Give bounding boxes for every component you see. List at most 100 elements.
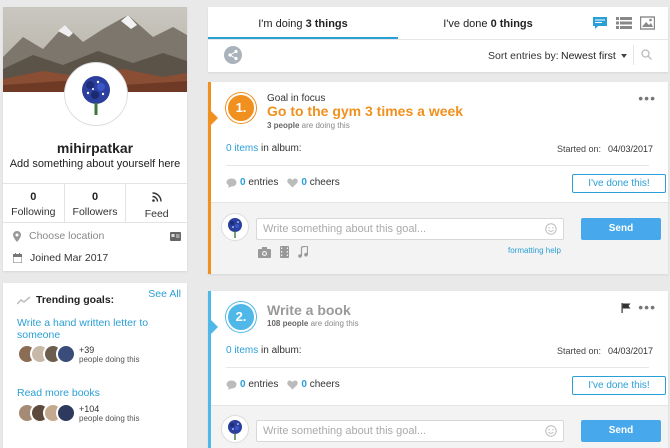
goal-card: 1. ••• Goal in focus Go to the gym 3 tim… <box>208 82 668 274</box>
stat-feed[interactable]: Feed <box>125 184 187 222</box>
trending-goal-avatars <box>17 403 76 423</box>
items-count: 0 items <box>226 345 259 356</box>
ive-done-this-button[interactable]: I've done this! <box>572 376 666 395</box>
profile-card: mihirpatkar Add something about yourself… <box>3 7 187 271</box>
sort-label: Sort entries by: <box>488 50 559 62</box>
followers-label: Followers <box>72 206 118 218</box>
album-items[interactable]: 0 items in album: <box>226 345 302 356</box>
smiley-icon[interactable] <box>545 223 557 235</box>
location-row[interactable]: Choose location <box>13 230 181 242</box>
started-label: Started on: <box>557 144 602 154</box>
comment-icon <box>226 178 237 188</box>
location-placeholder: Choose location <box>29 230 105 242</box>
items-suffix: in album: <box>258 143 302 154</box>
search-icon[interactable] <box>641 49 652 60</box>
music-icon[interactable] <box>298 246 308 258</box>
send-button[interactable]: Send <box>581 218 661 240</box>
goal-marker <box>210 319 218 335</box>
people-count: 3 people <box>267 121 300 130</box>
divider <box>226 165 649 166</box>
trending-heading: Trending goals: <box>17 294 114 306</box>
profile-bio[interactable]: Add something about yourself here <box>3 158 187 170</box>
count-value: +104 <box>79 404 100 414</box>
send-button[interactable]: Send <box>581 420 661 442</box>
stat-following[interactable]: 0 Following <box>3 184 64 222</box>
tab-done-prefix: I've done <box>443 18 491 30</box>
following-label: Following <box>11 206 56 218</box>
album-items[interactable]: 0 items in album: <box>226 143 302 154</box>
media-toolbar <box>258 246 308 258</box>
trending-goal-count: +39 people doing this <box>79 345 140 365</box>
trending-goal-count: +104 people doing this <box>79 404 140 424</box>
people-count: 108 people <box>267 319 309 328</box>
started-label: Started on: <box>557 346 602 356</box>
goal-title[interactable]: Write a book <box>267 302 351 318</box>
goal-people: 3 people are doing this <box>267 121 350 130</box>
location-pin-icon <box>13 230 21 242</box>
video-icon[interactable] <box>280 246 289 258</box>
sort-dropdown[interactable]: Newest first <box>561 50 616 62</box>
gallery-view-icon[interactable] <box>640 16 655 30</box>
smiley-icon[interactable] <box>545 425 557 437</box>
tab-doing-prefix: I'm doing <box>258 18 306 30</box>
entries-cheers-row: 0 entries 0 cheers <box>226 177 340 188</box>
entries-label: entries <box>245 177 279 188</box>
compose-placeholder: Write something about this goal... <box>263 425 427 437</box>
chevron-down-icon[interactable] <box>621 54 627 58</box>
more-options-icon[interactable]: ••• <box>638 91 656 105</box>
flag-icon[interactable] <box>621 303 631 313</box>
divider <box>226 367 649 368</box>
profile-username: mihirpatkar <box>56 140 134 156</box>
profile-avatar[interactable] <box>65 63 127 125</box>
goal-title[interactable]: Go to the gym 3 times a week <box>267 103 463 119</box>
avatar <box>56 344 76 364</box>
view-toggle <box>592 16 655 30</box>
compose-input[interactable]: Write something about this goal... <box>256 218 564 240</box>
divider <box>633 45 634 65</box>
goal-people: 108 people are doing this <box>267 319 359 328</box>
compose-placeholder: Write something about this goal... <box>263 223 427 235</box>
trending-goal-link[interactable]: Write a hand written letter to someone <box>17 317 167 341</box>
tab-doing[interactable]: I'm doing 3 things <box>208 7 398 39</box>
people-suffix: are doing this <box>308 319 359 328</box>
compose-input[interactable]: Write something about this goal... <box>256 420 564 442</box>
count-label: people doing this <box>79 414 140 423</box>
avatar <box>221 415 249 443</box>
profile-stats: 0 Following 0 Followers Feed <box>3 183 187 223</box>
entries-cheers-row: 0 entries 0 cheers <box>226 379 340 390</box>
stat-followers[interactable]: 0 Followers <box>63 184 126 222</box>
tab-done[interactable]: I've done 0 things <box>398 7 578 39</box>
count-value: +39 <box>79 345 95 355</box>
trending-goal-avatars <box>17 344 76 364</box>
divider <box>208 39 668 40</box>
items-count: 0 items <box>226 143 259 154</box>
joined-row: Joined Mar 2017 <box>13 252 108 264</box>
camera-icon[interactable] <box>258 246 271 258</box>
share-button[interactable] <box>224 46 242 64</box>
items-suffix: in album: <box>258 345 302 356</box>
see-all-link[interactable]: See All <box>148 288 181 300</box>
id-card-icon[interactable] <box>170 231 181 241</box>
more-options-icon[interactable]: ••• <box>638 300 656 314</box>
followers-count: 0 <box>91 191 99 203</box>
ive-done-this-button[interactable]: I've done this! <box>572 174 666 193</box>
trending-goal-link[interactable]: Read more books <box>17 387 167 399</box>
compose-area: Write something about this goal... Send … <box>211 202 668 274</box>
following-count: 0 <box>30 191 37 203</box>
avatar <box>221 213 249 241</box>
goal-number-badge: 1. <box>226 93 256 123</box>
focus-marker <box>210 110 218 126</box>
heart-icon[interactable] <box>287 178 299 188</box>
goals-tabs-card: I'm doing 3 things I've done 0 things So… <box>208 7 668 72</box>
count-label: people doing this <box>79 355 140 364</box>
goal-number-badge: 2. <box>226 302 256 332</box>
joined-text: Joined Mar 2017 <box>30 252 109 264</box>
cheers-label: cheers <box>306 379 340 390</box>
formatting-help-link[interactable]: formatting help <box>508 246 561 255</box>
entries-label: entries <box>245 379 279 390</box>
heart-icon[interactable] <box>287 380 299 390</box>
list-view-icon[interactable] <box>616 16 632 30</box>
cheers-label: cheers <box>306 177 340 188</box>
trending-goals-card: Trending goals: See All Write a hand wri… <box>3 283 187 448</box>
chat-view-icon[interactable] <box>592 16 608 30</box>
